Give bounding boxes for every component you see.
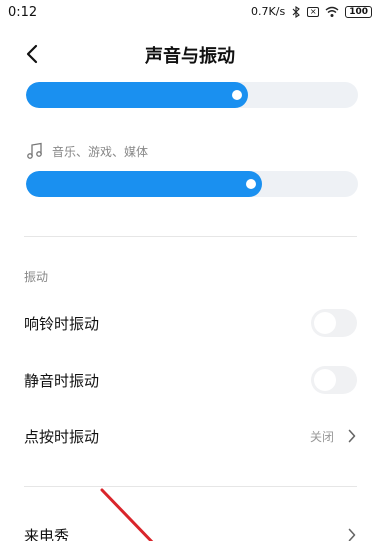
silent-vibrate-toggle[interactable] <box>311 366 357 394</box>
chevron-right-icon <box>346 428 358 444</box>
volume-slider-top[interactable] <box>26 82 358 108</box>
ring-vibrate-row[interactable]: 响铃时振动 <box>0 301 380 345</box>
status-icons: 0.7K/s × 100 <box>251 5 372 18</box>
box-x-icon: × <box>307 6 320 17</box>
status-bar: 0:12 0.7K/s × 100 <box>0 0 380 26</box>
row-label: 点按时振动 <box>24 428 100 446</box>
status-time: 0:12 <box>8 5 38 20</box>
toggle-knob <box>314 312 336 334</box>
section-divider <box>24 236 357 237</box>
caller-show-row[interactable]: 来电秀 <box>0 513 380 541</box>
slider-fill <box>26 82 248 108</box>
row-label: 静音时振动 <box>24 372 100 390</box>
header: 声音与振动 <box>0 32 380 76</box>
row-label: 响铃时振动 <box>24 315 100 333</box>
media-volume-label: 音乐、游戏、媒体 <box>52 144 149 159</box>
battery-icon: 100 <box>345 5 372 18</box>
silent-vibrate-row[interactable]: 静音时振动 <box>0 358 380 402</box>
section-title-vibration: 振动 <box>24 270 49 284</box>
page-title: 声音与振动 <box>145 46 235 67</box>
annotation-arrow-icon <box>100 488 154 541</box>
section-divider <box>24 486 357 487</box>
media-volume-label-row: 音乐、游戏、媒体 <box>26 142 148 160</box>
network-speed: 0.7K/s <box>251 5 286 18</box>
slider-thumb[interactable] <box>246 179 256 189</box>
bluetooth-icon <box>291 5 301 18</box>
row-label: 来电秀 <box>24 527 70 541</box>
ring-vibrate-toggle[interactable] <box>311 309 357 337</box>
music-note-icon <box>26 142 44 160</box>
wifi-icon <box>325 6 339 18</box>
toggle-knob <box>314 369 336 391</box>
row-value: 关闭 <box>309 430 334 444</box>
slider-fill <box>26 171 262 197</box>
tap-vibrate-row[interactable]: 点按时振动 关闭 <box>0 414 380 458</box>
chevron-right-icon <box>346 527 358 541</box>
slider-thumb[interactable] <box>232 90 242 100</box>
media-volume-slider[interactable] <box>26 171 358 197</box>
